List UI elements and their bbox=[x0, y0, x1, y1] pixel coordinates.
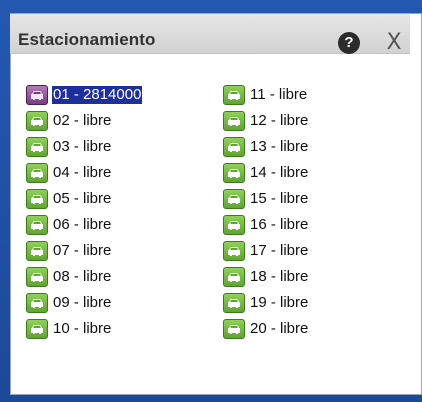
car-icon bbox=[26, 267, 48, 287]
parking-slot[interactable]: 06 - libre bbox=[26, 212, 142, 238]
slot-label: 14 - libre bbox=[250, 164, 309, 181]
slot-label: 19 - libre bbox=[250, 294, 309, 311]
close-icon[interactable]: X bbox=[382, 31, 406, 55]
parking-slot[interactable]: 07 - libre bbox=[26, 238, 142, 264]
parking-slot[interactable]: 15 - libre bbox=[223, 186, 309, 212]
parking-slot[interactable]: 20 - libre bbox=[223, 316, 309, 342]
parking-slot[interactable]: 02 - libre bbox=[26, 108, 142, 134]
slot-label: 20 - libre bbox=[250, 320, 309, 337]
slot-label: 04 - libre bbox=[53, 164, 112, 181]
parking-slot[interactable]: 18 - libre bbox=[223, 264, 309, 290]
slot-label: 16 - libre bbox=[250, 216, 309, 233]
slot-label: 01 - 2814000 bbox=[50, 85, 144, 105]
slot-column-right: 11 - libre 12 - libre 13 - libre 14 - li… bbox=[223, 82, 309, 342]
parking-slot[interactable]: 13 - libre bbox=[223, 134, 309, 160]
parking-slot[interactable]: 14 - libre bbox=[223, 160, 309, 186]
car-icon bbox=[26, 189, 48, 209]
parking-slot[interactable]: 10 - libre bbox=[26, 316, 142, 342]
slot-label: 10 - libre bbox=[53, 320, 112, 337]
car-icon bbox=[223, 85, 245, 105]
window-title: Estacionamiento bbox=[18, 30, 156, 49]
parking-slot[interactable]: 01 - 2814000 bbox=[26, 82, 144, 108]
slot-label: 05 - libre bbox=[53, 190, 112, 207]
parking-slot[interactable]: 08 - libre bbox=[26, 264, 142, 290]
car-icon bbox=[223, 267, 245, 287]
slot-label: 13 - libre bbox=[250, 138, 309, 155]
slot-label: 18 - libre bbox=[250, 268, 309, 285]
car-icon bbox=[223, 111, 245, 131]
slot-label: 15 - libre bbox=[250, 190, 309, 207]
car-icon bbox=[26, 319, 48, 339]
car-icon bbox=[26, 293, 48, 313]
car-icon bbox=[26, 241, 48, 261]
car-icon bbox=[223, 189, 245, 209]
parking-slot[interactable]: 16 - libre bbox=[223, 212, 309, 238]
car-icon bbox=[223, 241, 245, 261]
slot-label: 07 - libre bbox=[53, 242, 112, 259]
car-icon bbox=[26, 137, 48, 157]
car-icon bbox=[223, 215, 245, 235]
parking-slot[interactable]: 11 - libre bbox=[223, 82, 309, 108]
parking-slot[interactable]: 12 - libre bbox=[223, 108, 309, 134]
slot-column-left: 01 - 2814000 02 - libre 03 - libre 04 - … bbox=[26, 82, 144, 342]
help-icon[interactable]: ? bbox=[338, 32, 360, 54]
parking-slot[interactable]: 05 - libre bbox=[26, 186, 142, 212]
car-icon bbox=[26, 85, 48, 105]
car-icon bbox=[223, 137, 245, 157]
parking-slot[interactable]: 04 - libre bbox=[26, 160, 142, 186]
slot-label: 09 - libre bbox=[53, 294, 112, 311]
car-icon bbox=[223, 163, 245, 183]
slot-label: 03 - libre bbox=[53, 138, 112, 155]
slot-label: 06 - libre bbox=[53, 216, 112, 233]
car-icon bbox=[26, 111, 48, 131]
parking-slot[interactable]: 09 - libre bbox=[26, 290, 142, 316]
slot-label: 17 - libre bbox=[250, 242, 309, 259]
slot-label: 08 - libre bbox=[53, 268, 112, 285]
parking-slot[interactable]: 17 - libre bbox=[223, 238, 309, 264]
slot-label: 11 - libre bbox=[250, 86, 308, 103]
slot-label: 12 - libre bbox=[250, 112, 309, 129]
parking-slot[interactable]: 03 - libre bbox=[26, 134, 142, 160]
car-icon bbox=[26, 163, 48, 183]
car-icon bbox=[223, 319, 245, 339]
car-icon bbox=[26, 215, 48, 235]
car-icon bbox=[223, 293, 245, 313]
parking-slot[interactable]: 19 - libre bbox=[223, 290, 309, 316]
slot-label: 02 - libre bbox=[53, 112, 112, 129]
